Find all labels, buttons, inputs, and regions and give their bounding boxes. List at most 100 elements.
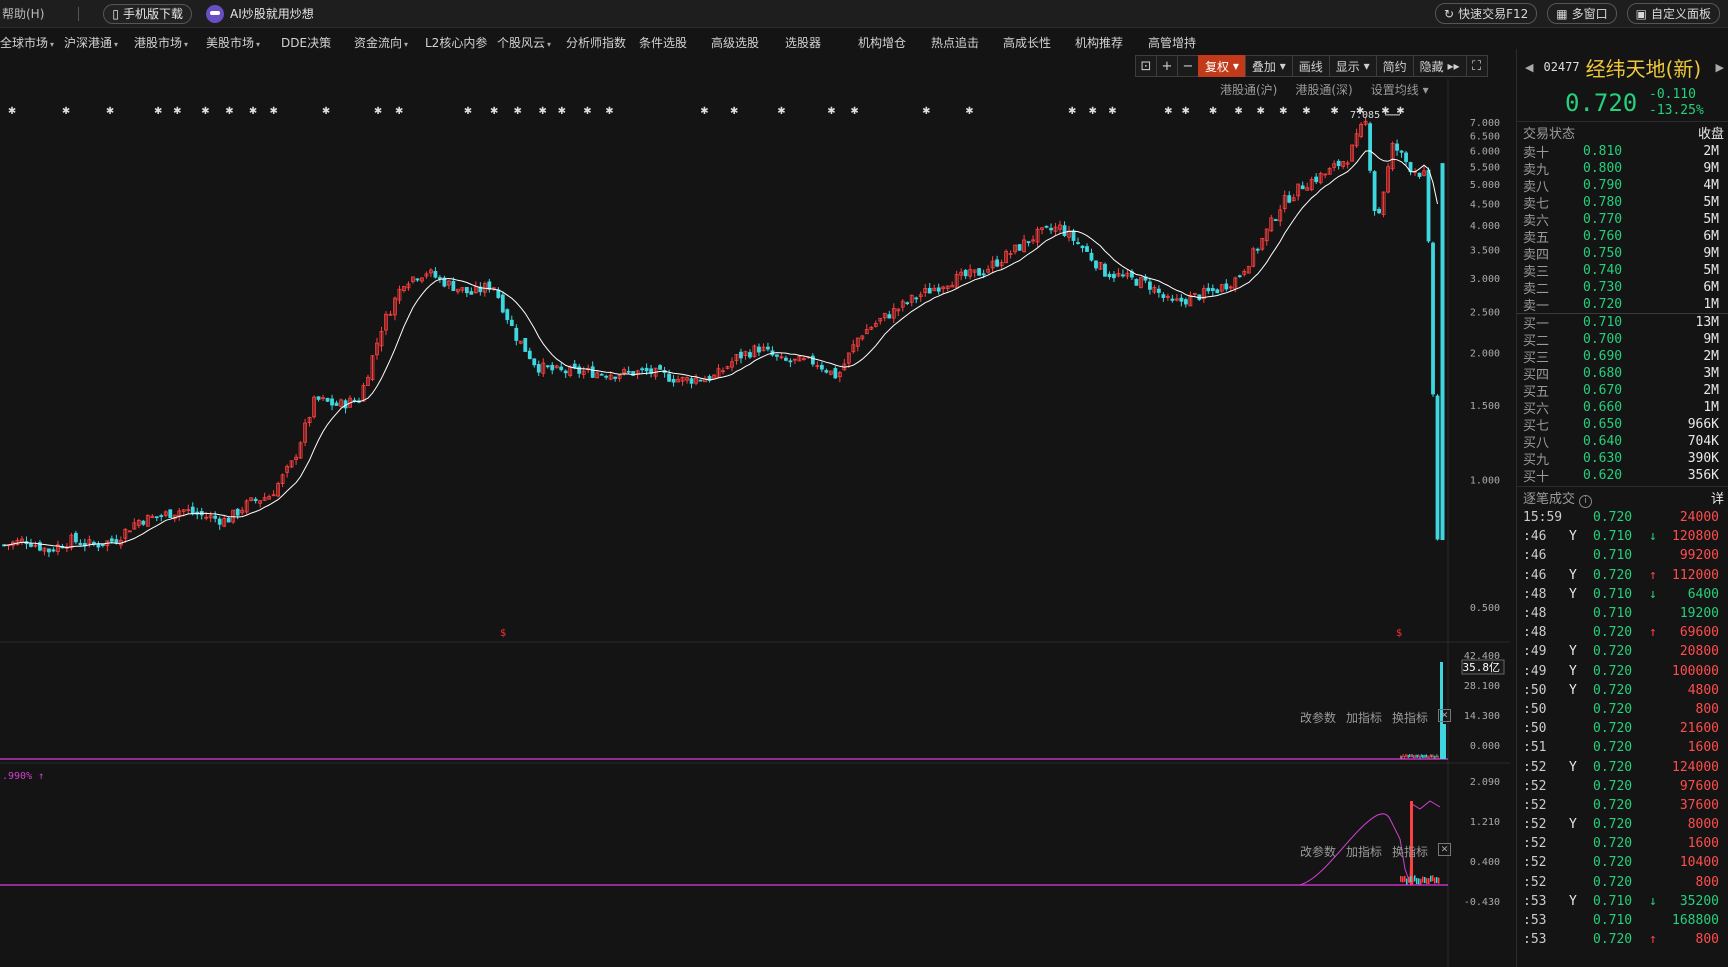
level-price: 0.810 — [1583, 144, 1623, 159]
nav-item-8[interactable]: 分析师指数 — [566, 34, 626, 51]
nav-item-1[interactable]: 沪深港通 ▾ — [64, 34, 118, 51]
bid-row[interactable]: 买四 0.680 3M — [1517, 365, 1728, 383]
nav-item-6[interactable]: L2核心内参 — [425, 34, 487, 51]
candle-body — [1089, 252, 1094, 261]
candle-body — [1210, 288, 1215, 291]
candle-body — [159, 515, 164, 517]
indicator-tick-label: 0.400 — [1470, 857, 1500, 868]
volume-bar — [1413, 755, 1414, 759]
display-label: 显示 — [1335, 59, 1360, 74]
bid-row[interactable]: 买三 0.690 2M — [1517, 348, 1728, 366]
tick-time: :46 — [1523, 548, 1547, 564]
tick-row: :52 Y 0.720 8000 — [1517, 815, 1728, 834]
ask-row[interactable]: 卖八 0.790 4M — [1517, 177, 1728, 195]
add-indicator-button[interactable]: 加指标 — [1346, 709, 1382, 726]
ask-row[interactable]: 卖五 0.760 6M — [1517, 228, 1728, 246]
help-menu[interactable]: 帮助(H) — [2, 5, 44, 22]
candle-body — [51, 549, 56, 552]
change-params-button[interactable]: 改参数 — [1300, 843, 1336, 860]
multi-window-button[interactable]: ▦ 多窗口 — [1547, 3, 1617, 24]
tick-row: :48 0.720 ↑ 69600 — [1517, 623, 1728, 642]
bid-row[interactable]: 买一 0.710 13M — [1517, 314, 1728, 332]
detail-button[interactable]: 详 — [1711, 488, 1724, 507]
ask-row[interactable]: 卖二 0.730 6M — [1517, 279, 1728, 297]
restore-rights-label: 复权 — [1205, 59, 1230, 74]
quick-trade-button[interactable]: ↻ 快速交易F12 — [1435, 3, 1538, 24]
tick-list[interactable]: 15:59 0.720 24000:46 Y 0.710 ↓ 120800:46 0.710 9… — [1517, 508, 1728, 949]
ask-row[interactable]: 卖四 0.750 9M — [1517, 245, 1728, 263]
candle-body — [698, 379, 703, 382]
tick-volume: 8000 — [1687, 817, 1719, 833]
nav-item-16[interactable]: 高管增持 — [1148, 34, 1196, 51]
close-icon[interactable]: ✕ — [1438, 843, 1452, 856]
candlestick-chart[interactable]: 7.000 6.500 6.000 5.500 5.000 4.500 4.000 3.500… — [0, 79, 1510, 967]
nav-item-label: 港股市场 — [134, 35, 183, 50]
indicator-bar — [1416, 878, 1418, 885]
ask-row[interactable]: 卖十 0.810 2M — [1517, 143, 1728, 161]
nav-item-7[interactable]: 个股风云 ▾ — [497, 34, 551, 51]
tick-price: 0.720 — [1593, 721, 1633, 737]
draw-line-button[interactable]: 画线 — [1291, 55, 1330, 77]
bid-row[interactable]: 买八 0.640 704K — [1517, 433, 1728, 451]
nav-item-2[interactable]: 港股市场 ▾ — [134, 34, 188, 51]
nav-item-0[interactable]: 全球市场 ▾ — [0, 34, 54, 51]
indicator-panel-controls: 改参数 加指标 换指标 ✕ — [1300, 843, 1452, 860]
nav-item-13[interactable]: 热点追击 — [931, 34, 979, 51]
nav-item-11[interactable]: 选股器 — [785, 34, 821, 51]
nav-item-4[interactable]: DDE决策 — [281, 34, 331, 51]
event-marker: ✱ — [1396, 106, 1404, 117]
chart-area[interactable]: 7.000 6.500 6.000 5.500 5.000 4.500 4.000 3.500… — [0, 79, 1510, 967]
lock-icon[interactable]: ⊡ — [1135, 55, 1157, 77]
mobile-download-button[interactable]: ▯ 手机版下载 — [103, 3, 193, 24]
arrow-up-icon: ↑ — [1649, 625, 1657, 641]
ask-row[interactable]: 卖一 0.720 1M — [1517, 296, 1728, 314]
hide-button[interactable]: 隐藏 ▸▸ — [1412, 55, 1467, 77]
tick-time: :46 — [1523, 529, 1547, 545]
next-stock-icon[interactable]: ▶ — [1716, 61, 1724, 74]
nav-item-5[interactable]: 资金流向 ▾ — [354, 34, 408, 51]
zoom-in-icon[interactable]: + — [1156, 55, 1178, 77]
bid-row[interactable]: 买二 0.700 9M — [1517, 331, 1728, 349]
ma-settings-dropdown[interactable]: 设置均线 ▾ — [1371, 81, 1429, 98]
nav-item-3[interactable]: 美股市场 ▾ — [206, 34, 260, 51]
switch-indicator-button[interactable]: 换指标 — [1392, 843, 1428, 860]
candle-body — [1255, 248, 1260, 251]
arrow-down-icon: ↓ — [1649, 586, 1657, 602]
nav-item-12[interactable]: 机构增仓 — [858, 34, 906, 51]
nav-item-9[interactable]: 条件选股 — [639, 34, 687, 51]
ask-row[interactable]: 卖六 0.770 5M — [1517, 211, 1728, 229]
switch-indicator-button[interactable]: 换指标 — [1392, 709, 1428, 726]
bid-row[interactable]: 买六 0.660 1M — [1517, 399, 1728, 417]
zoom-out-icon[interactable]: − — [1177, 55, 1199, 77]
ask-row[interactable]: 卖七 0.780 5M — [1517, 194, 1728, 212]
event-marker: ✱ — [513, 106, 521, 117]
prev-stock-icon[interactable]: ◀ — [1525, 61, 1533, 74]
ask-row[interactable]: 卖九 0.800 9M — [1517, 160, 1728, 178]
overlay-dropdown[interactable]: 叠加 ▾ — [1244, 55, 1293, 77]
change-params-button[interactable]: 改参数 — [1300, 709, 1336, 726]
ask-row[interactable]: 卖三 0.740 5M — [1517, 262, 1728, 280]
info-icon[interactable]: i — [1579, 494, 1593, 508]
bid-row[interactable]: 买十 0.620 356K — [1517, 467, 1728, 485]
simple-button[interactable]: 简约 — [1375, 55, 1414, 77]
restore-rights-dropdown[interactable]: 复权 ▾ — [1198, 55, 1246, 77]
volume-current-label: 35.8亿 — [1463, 661, 1501, 674]
candle-body — [168, 509, 173, 519]
nav-item-10[interactable]: 高级选股 — [711, 34, 759, 51]
close-icon[interactable]: ✕ — [1438, 709, 1452, 722]
ai-promo-link[interactable]: AI炒股就用炒想 — [206, 4, 314, 23]
indicator-bar — [1436, 877, 1438, 884]
candle-body — [545, 365, 550, 368]
arrow-down-icon: ↓ — [1649, 529, 1657, 545]
volume-bar — [1401, 755, 1403, 759]
bid-row[interactable]: 买七 0.650 966K — [1517, 416, 1728, 434]
fullscreen-icon[interactable]: ⛶ — [1465, 55, 1488, 77]
nav-item-14[interactable]: 高成长性 — [1003, 34, 1051, 51]
bid-row[interactable]: 买五 0.670 2M — [1517, 382, 1728, 400]
event-marker: ✱ — [8, 106, 16, 117]
custom-panel-button[interactable]: ▣ 自定义面板 — [1626, 3, 1720, 24]
nav-item-15[interactable]: 机构推荐 — [1075, 34, 1123, 51]
add-indicator-button[interactable]: 加指标 — [1346, 843, 1382, 860]
bid-row[interactable]: 买九 0.630 390K — [1517, 450, 1728, 468]
display-dropdown[interactable]: 显示 ▾ — [1328, 55, 1377, 77]
